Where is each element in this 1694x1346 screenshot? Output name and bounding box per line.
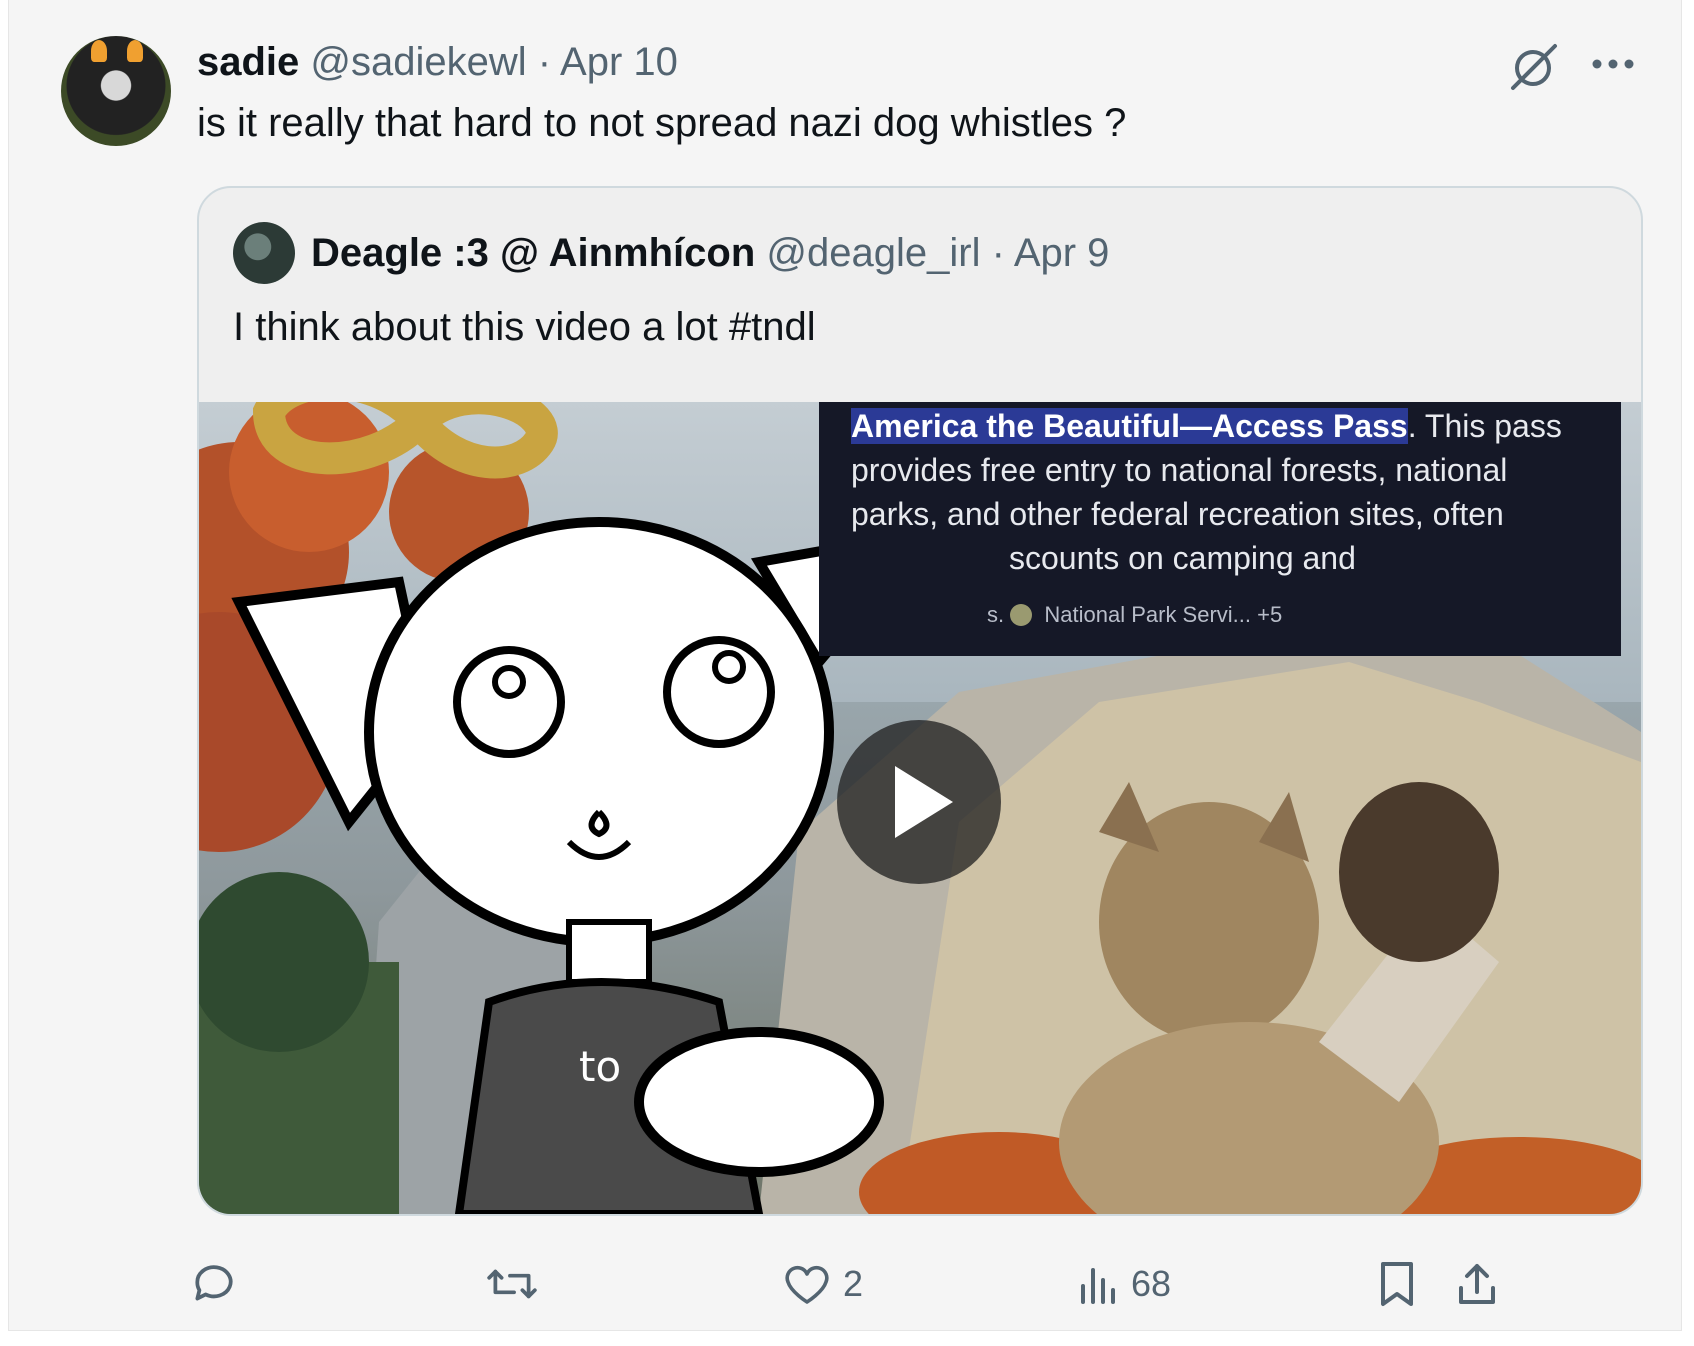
share-icon <box>1459 1264 1495 1304</box>
author-handle[interactable]: @sadiekewl <box>310 40 526 84</box>
quoted-text: I think about this video a lot #tndl <box>233 305 816 349</box>
quoted-date[interactable]: Apr 9 <box>1014 231 1110 275</box>
reply-button[interactable] <box>189 1260 251 1308</box>
ai-overview-overlay: America the Beautiful—Access Pass. This … <box>819 402 1621 656</box>
quoted-tweet[interactable]: Deagle :3 @ Ainmhícon @deagle_irl · Apr … <box>197 186 1643 1216</box>
source-name: National Park Servi... <box>1044 602 1252 627</box>
like-button[interactable]: 2 <box>783 1260 863 1308</box>
source-icon <box>1010 604 1033 626</box>
separator-dot: · <box>537 40 552 84</box>
tweet-header: sadie @sadiekewl · Apr 10 <box>197 38 678 86</box>
overlay-text: . This pass <box>1407 408 1562 444</box>
play-icon <box>895 766 953 838</box>
tweet-card[interactable]: sadie @sadiekewl · Apr 10 is it really t… <box>8 0 1682 1331</box>
views-button[interactable]: 68 <box>1079 1260 1171 1308</box>
reply-icon <box>195 1265 233 1301</box>
retweet-icon <box>487 1269 537 1299</box>
bookmark-icon <box>1381 1262 1413 1306</box>
overlay-text: scounts on camping and <box>1009 540 1356 576</box>
separator-dot: · <box>991 231 1005 275</box>
more-icon[interactable] <box>1589 44 1637 84</box>
tweet-text: is it really that hard to not spread naz… <box>197 101 1127 145</box>
views-icon <box>1081 1268 1115 1304</box>
quoted-header: Deagle :3 @ Ainmhícon @deagle_irl · Apr … <box>311 228 1109 278</box>
overlay-text: parks, and other federal recreation site… <box>851 496 1504 532</box>
share-button[interactable] <box>1455 1260 1499 1308</box>
action-bar: 2 68 <box>9 1240 1694 1320</box>
source-more: +5 <box>1257 602 1283 627</box>
shirt-text: to <box>579 1042 622 1091</box>
author-name[interactable]: sadie <box>197 40 299 84</box>
video-thumbnail[interactable]: America the Beautiful—Access Pass. This … <box>199 402 1641 1214</box>
overlay-text: provides free entry to national forests,… <box>851 452 1508 488</box>
like-count: 2 <box>843 1263 864 1304</box>
play-button[interactable] <box>837 720 1001 884</box>
quoted-author-name[interactable]: Deagle :3 @ Ainmhícon <box>311 231 755 275</box>
like-icon <box>785 1265 829 1304</box>
quoted-avatar[interactable] <box>233 222 295 284</box>
bookmark-button[interactable] <box>1377 1260 1417 1308</box>
avatar[interactable] <box>61 36 171 146</box>
overlay-text: s. <box>987 602 1005 627</box>
views-count: 68 <box>1131 1263 1172 1304</box>
avatar-horn <box>127 40 143 62</box>
highlighted-text: America the Beautiful—Access Pass <box>851 408 1408 444</box>
retweet-button[interactable] <box>485 1260 551 1308</box>
overlay-source: s. National Park Servi... +5 <box>987 602 1282 628</box>
tweet-date[interactable]: Apr 10 <box>560 40 678 84</box>
quoted-author-handle[interactable]: @deagle_irl <box>766 231 980 275</box>
avatar-horn <box>91 40 107 62</box>
grok-icon[interactable] <box>1505 38 1561 94</box>
